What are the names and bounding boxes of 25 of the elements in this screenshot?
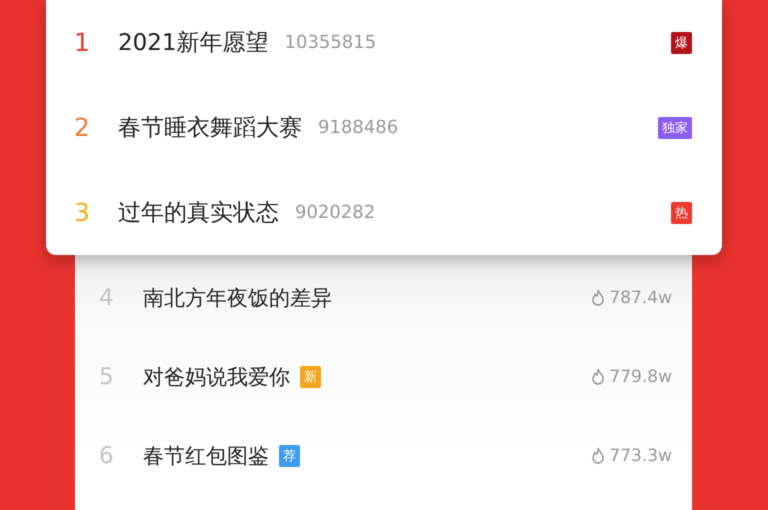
rank-number: 3 [74, 198, 91, 227]
topic-title[interactable]: 春节红包图鉴 [143, 442, 269, 470]
topic-title[interactable]: 南北方年夜饭的差异 [143, 284, 332, 312]
rank-number: 6 [99, 442, 115, 468]
topic-title[interactable]: 对爸妈说我爱你 [143, 362, 290, 390]
rank-number: 1 [74, 28, 91, 57]
tag-badge: 新 [300, 366, 321, 388]
flame-icon [591, 289, 606, 306]
view-count: 10355815 [284, 32, 376, 53]
tag-badge: 热 [671, 202, 692, 224]
flame-icon [591, 447, 606, 464]
heat-value: 779.8w [609, 366, 672, 386]
tag-badge: 爆 [671, 32, 692, 54]
tag-badge: 独家 [658, 116, 692, 138]
tag-badge: 荐 [279, 444, 300, 466]
topic-title[interactable]: 2021新年愿望 [118, 27, 269, 58]
view-count: 9188486 [318, 117, 398, 138]
flame-icon [591, 368, 606, 385]
topic-title[interactable]: 春节睡衣舞蹈大赛 [118, 112, 302, 143]
rank-number: 2 [74, 113, 91, 142]
rank-number: 5 [99, 364, 115, 390]
topic-title[interactable]: 过年的真实状态 [118, 197, 279, 228]
view-count: 9020282 [295, 202, 376, 223]
heat-value: 773.3w [609, 446, 672, 466]
heat-value: 787.4w [609, 288, 672, 308]
